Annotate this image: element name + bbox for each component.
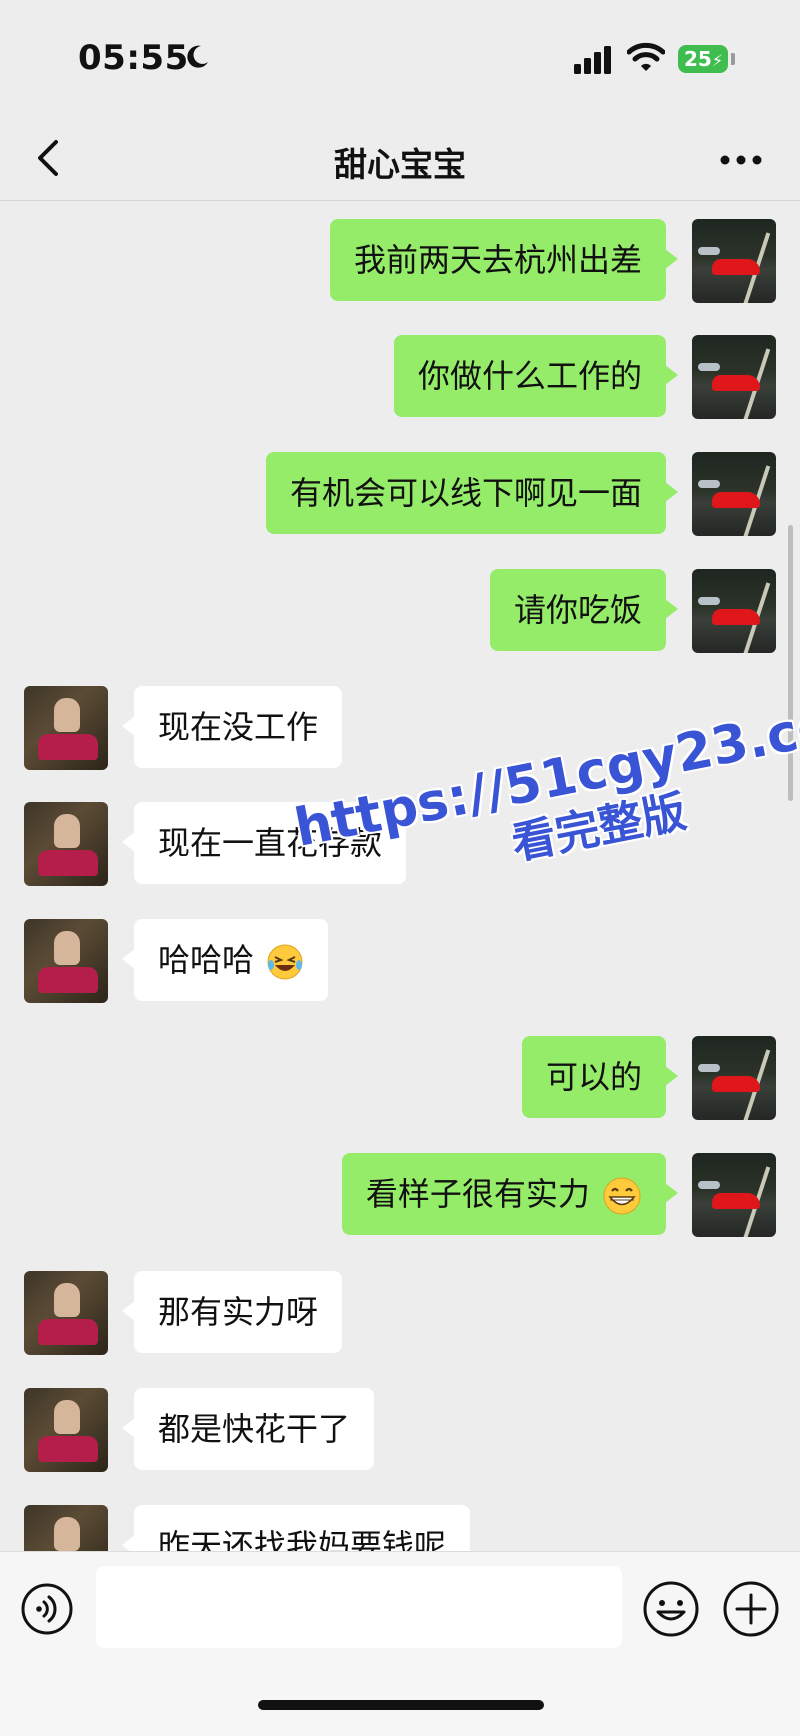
message-text: 都是快花干了 [158,1410,351,1448]
laughing-tears-emoji-icon [267,944,303,980]
emoji-icon[interactable] [642,1580,700,1638]
message-text: 你做什么工作的 [417,357,642,395]
contact-avatar[interactable] [24,1271,108,1355]
message-list[interactable]: 我前两天去杭州出差 你做什么工作的 有机会可以线下啊见一面 请你吃饭 现在没工作… [0,201,800,1551]
incoming-message-bubble[interactable]: 那有实力呀 [121,1271,343,1353]
incoming-message-bubble[interactable]: 都是快花干了 [121,1388,375,1470]
my-avatar[interactable] [692,452,776,536]
incoming-message-bubble[interactable]: 现在一直花存款 [121,802,407,884]
message-row: 看样子很有实力 [0,1153,800,1239]
scrollbar[interactable] [788,525,793,801]
incoming-message-bubble[interactable]: 哈哈哈 [121,919,329,1001]
message-row: 都是快花干了 [0,1388,800,1474]
plus-icon[interactable] [722,1580,780,1638]
message-text: 哈哈哈 [158,941,255,979]
message-text: 那有实力呀 [158,1293,319,1331]
my-avatar[interactable] [692,1153,776,1237]
incoming-message-bubble[interactable]: 现在没工作 [121,686,343,768]
chat-header: 甜心宝宝 [0,120,800,201]
battery-level: 25 [684,47,712,71]
chat-title: 甜心宝宝 [334,145,466,184]
outgoing-message-bubble[interactable]: 可以的 [521,1036,679,1118]
message-row: 那有实力呀 [0,1271,800,1357]
cellular-signal-icon [574,46,611,74]
message-row: 有机会可以线下啊见一面 [0,452,800,538]
outgoing-message-bubble[interactable]: 有机会可以线下啊见一面 [265,452,679,534]
message-text: 昨天还找我妈要钱呢 [158,1527,447,1551]
contact-avatar[interactable] [24,686,108,770]
grinning-emoji-icon [603,1177,641,1215]
my-avatar[interactable] [692,1036,776,1120]
message-row: 现在一直花存款 [0,802,800,888]
home-indicator[interactable] [258,1700,544,1710]
message-row: 你做什么工作的 [0,335,800,421]
contact-avatar[interactable] [24,1505,108,1551]
message-row: 现在没工作 [0,686,800,772]
moon-icon [187,45,208,68]
incoming-message-bubble[interactable]: 昨天还找我妈要钱呢 [121,1505,471,1551]
contact-avatar[interactable] [24,919,108,1003]
contact-avatar[interactable] [24,802,108,886]
status-bar: 05:55 25⚡ [0,0,800,120]
message-text: 可以的 [545,1058,642,1096]
wifi-icon [627,42,665,71]
outgoing-message-bubble[interactable]: 你做什么工作的 [393,335,679,417]
message-row: 请你吃饭 [0,569,800,655]
contact-avatar[interactable] [24,1388,108,1472]
message-row: 我前两天去杭州出差 [0,219,800,305]
message-input[interactable] [96,1566,622,1648]
message-text: 现在没工作 [158,708,319,746]
message-row: 昨天还找我妈要钱呢 [0,1505,800,1551]
my-avatar[interactable] [692,569,776,653]
outgoing-message-bubble[interactable]: 我前两天去杭州出差 [329,219,679,301]
message-row: 哈哈哈 [0,919,800,1005]
message-text: 看样子很有实力 [365,1175,590,1213]
voice-input-icon[interactable] [20,1582,74,1636]
outgoing-message-bubble[interactable]: 请你吃饭 [489,569,679,651]
message-text: 我前两天去杭州出差 [353,241,642,279]
message-text: 请你吃饭 [513,591,642,629]
message-text: 现在一直花存款 [158,824,383,862]
my-avatar[interactable] [692,219,776,303]
outgoing-message-bubble[interactable]: 看样子很有实力 [341,1153,679,1235]
more-button[interactable] [716,140,766,180]
bottom-safe-area [0,1661,800,1736]
battery-indicator: 25⚡ [678,45,728,73]
message-text: 有机会可以线下啊见一面 [289,474,642,512]
message-row: 可以的 [0,1036,800,1122]
battery-cap [731,53,735,65]
status-time: 05:55 [78,38,189,78]
input-bar [0,1551,800,1662]
my-avatar[interactable] [692,335,776,419]
